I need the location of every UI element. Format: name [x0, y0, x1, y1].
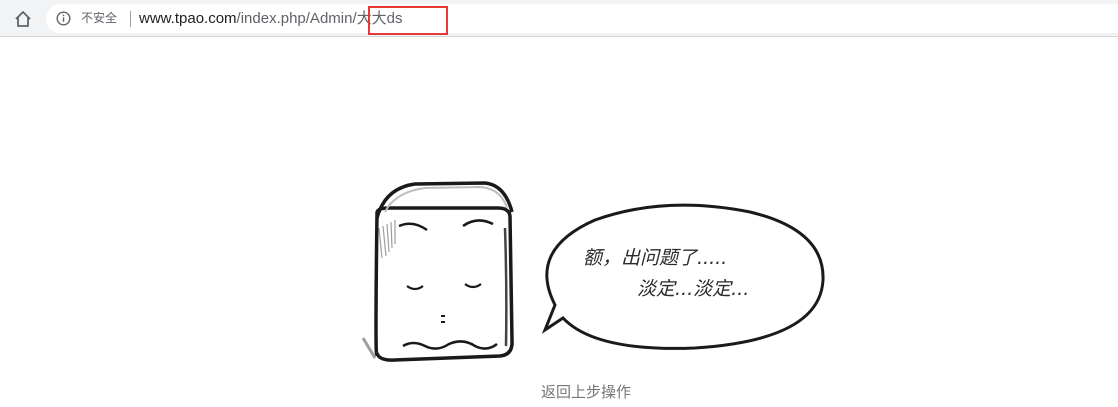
sad-cube-icon	[361, 181, 514, 362]
info-icon[interactable]	[56, 11, 71, 26]
url-host: www.tpao.com	[139, 10, 237, 27]
error-message-line-2: 淡定...淡定...	[637, 278, 750, 300]
url-highlight-annotation	[368, 6, 448, 35]
address-bar[interactable]: 不安全 www.tpao.com/index.php/Admin/大大ds	[46, 4, 1118, 33]
url-text[interactable]: www.tpao.com/index.php/Admin/大大ds	[139, 9, 402, 28]
home-button[interactable]	[10, 6, 36, 32]
home-icon	[15, 11, 31, 27]
omnibox-divider	[130, 11, 131, 27]
error-message-line-1: 额，出问题了.....	[583, 247, 728, 269]
back-link[interactable]: 返回上步操作	[541, 382, 631, 402]
browser-toolbar: 不安全 www.tpao.com/index.php/Admin/大大ds	[0, 0, 1118, 37]
security-status-label[interactable]: 不安全	[81, 11, 117, 26]
